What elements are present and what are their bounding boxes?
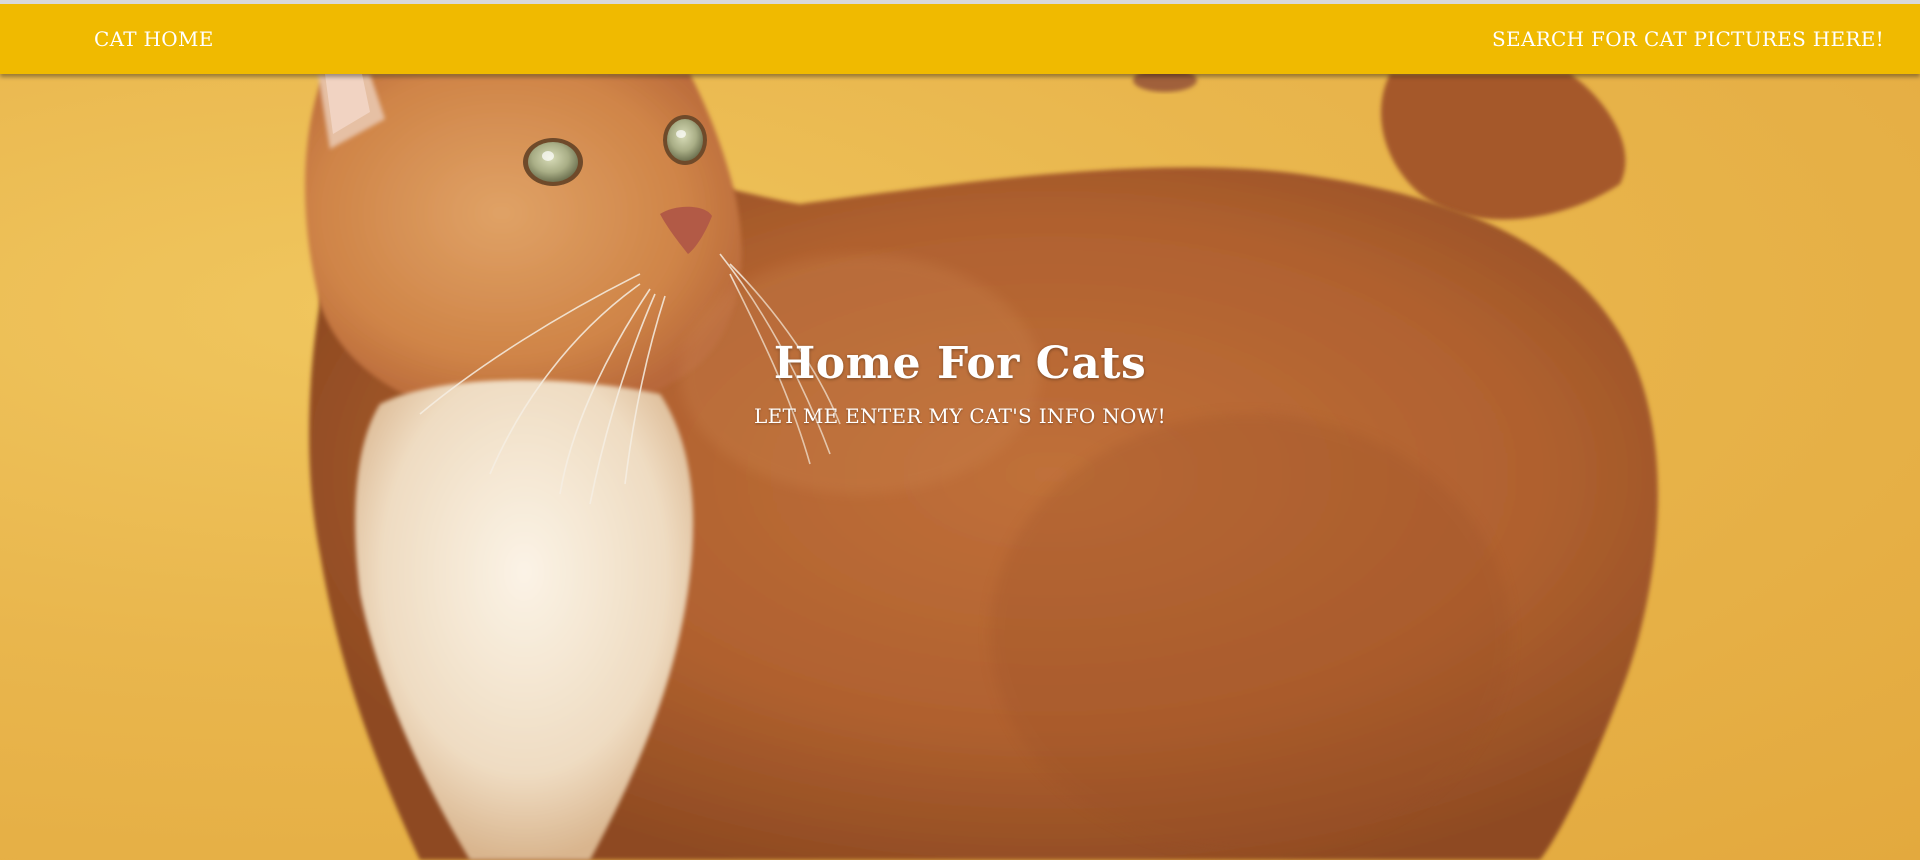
top-strip [0, 0, 1920, 4]
hero-cat-photo [305, 74, 1658, 860]
hero-banner: Home For Cats LET ME ENTER MY CAT'S INFO… [0, 74, 1920, 860]
hero-title: Home For Cats [773, 338, 1147, 389]
nav-home-link[interactable]: CAT HOME [94, 4, 214, 74]
page: CAT HOME SEARCH FOR CAT PICTURES HERE! H… [0, 0, 1920, 860]
hero-subtitle-link[interactable]: LET ME ENTER MY CAT'S INFO NOW! [0, 404, 1920, 428]
nav-search-link[interactable]: SEARCH FOR CAT PICTURES HERE! [1492, 4, 1884, 74]
navbar: CAT HOME SEARCH FOR CAT PICTURES HERE! [0, 4, 1920, 74]
